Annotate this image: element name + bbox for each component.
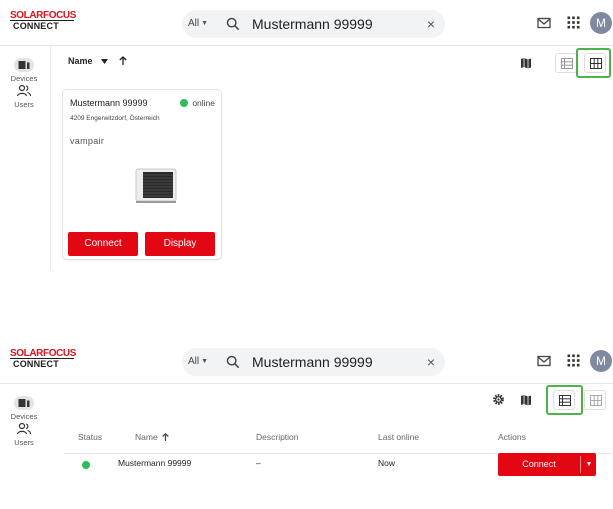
sort-ascending-icon[interactable] — [118, 56, 127, 65]
device-address: 4209 Engerwitzdorf, Österreich — [70, 115, 160, 122]
solarfocus-logo[interactable]: SOLARFOCUS CONNECT — [10, 10, 78, 34]
mail-icon[interactable] — [537, 354, 551, 368]
column-header-status[interactable]: Status — [78, 432, 102, 442]
card-view-toggle[interactable] — [584, 390, 606, 410]
search-input[interactable]: Mustermann 99999 — [252, 10, 373, 38]
close-icon[interactable]: × — [423, 16, 439, 32]
chevron-down-icon: ▼ — [201, 358, 209, 365]
product-name: vampair — [70, 136, 105, 146]
search-input[interactable]: Mustermann 99999 — [252, 348, 373, 376]
mail-icon[interactable] — [537, 16, 551, 30]
column-header-actions: Actions — [498, 432, 526, 442]
last-online-cell: Now — [378, 458, 396, 468]
search-scope-label: All — [188, 18, 200, 29]
device-name-cell[interactable]: Mustermann 99999 — [118, 458, 191, 468]
avatar[interactable]: M — [590, 350, 612, 372]
close-icon[interactable]: × — [423, 354, 439, 370]
users-icon — [14, 84, 34, 98]
sort-field-label: Name — [68, 56, 93, 66]
sidebar-item-users[interactable]: Users — [0, 422, 48, 447]
chevron-down-icon[interactable]: ▼ — [582, 453, 596, 476]
search-scope-label: All — [188, 356, 200, 367]
connect-button[interactable]: Connect — [498, 453, 580, 476]
gear-icon[interactable] — [492, 393, 505, 406]
heat-pump-image — [135, 168, 177, 203]
status-badge: online — [180, 98, 215, 108]
sort-by-name-control[interactable]: Name — [68, 56, 127, 66]
sort-ascending-icon — [161, 432, 169, 441]
map-icon[interactable] — [520, 394, 532, 406]
avatar[interactable]: M — [590, 12, 612, 34]
top-bar: SOLARFOCUS CONNECT All ▼ Mustermann 99999… — [0, 0, 613, 46]
active-view-highlight — [546, 385, 583, 415]
devices-icon — [14, 396, 34, 410]
device-name: Mustermann 99999 — [70, 98, 148, 108]
search-scope-dropdown[interactable]: All ▼ — [188, 10, 208, 38]
status-text: online — [192, 98, 215, 108]
search-icon[interactable] — [226, 355, 240, 369]
grid-view-icon — [590, 395, 602, 406]
column-header-name-label: Name — [135, 432, 158, 442]
sidebar-item-label: Users — [14, 438, 34, 447]
sidebar-item-label: Devices — [10, 412, 38, 421]
column-header-last-online[interactable]: Last online — [378, 432, 419, 442]
search-bar: All ▼ Mustermann 99999 × — [182, 10, 445, 38]
split-button-divider — [580, 456, 581, 473]
card-view-screen: SOLARFOCUS CONNECT All ▼ Mustermann 99999… — [0, 0, 613, 270]
display-button[interactable]: Display — [145, 232, 215, 256]
chevron-down-icon: ▼ — [201, 20, 209, 27]
search-bar: All ▼ Mustermann 99999 × — [182, 348, 445, 376]
chevron-down-icon — [101, 59, 109, 64]
apps-grid-icon[interactable] — [567, 16, 580, 29]
online-status-dot — [82, 461, 90, 469]
search-icon[interactable] — [226, 17, 240, 31]
top-bar: SOLARFOCUS CONNECT All ▼ Mustermann 99999… — [0, 338, 613, 384]
connect-split-button: Connect ▼ — [498, 453, 596, 476]
solarfocus-logo[interactable]: SOLARFOCUS CONNECT — [10, 348, 78, 372]
sidebar-item-devices[interactable]: Devices — [0, 58, 48, 83]
column-header-name[interactable]: Name — [135, 432, 169, 442]
map-icon[interactable] — [520, 57, 532, 69]
online-status-dot — [180, 99, 189, 107]
connect-button[interactable]: Connect — [68, 232, 138, 256]
device-card[interactable]: Mustermann 99999 online 4209 Engerwitzdo… — [62, 89, 222, 260]
users-icon — [14, 422, 34, 436]
logo-text-connect: CONNECT — [10, 20, 74, 31]
sidebar-item-label: Users — [14, 100, 34, 109]
search-scope-dropdown[interactable]: All ▼ — [188, 348, 208, 376]
apps-grid-icon[interactable] — [567, 354, 580, 367]
sidebar-item-devices[interactable]: Devices — [0, 396, 48, 421]
active-view-highlight — [576, 48, 611, 78]
list-view-icon — [561, 58, 573, 69]
description-cell: – — [256, 458, 261, 468]
column-header-description[interactable]: Description — [256, 432, 299, 442]
sidebar-item-users[interactable]: Users — [0, 84, 48, 109]
devices-icon — [14, 58, 34, 72]
list-view-screen: SOLARFOCUS CONNECT All ▼ Mustermann 99999… — [0, 338, 613, 509]
sidebar-divider — [50, 46, 51, 270]
list-view-toggle[interactable] — [555, 53, 577, 73]
logo-text-connect: CONNECT — [10, 358, 74, 369]
sidebar-item-label: Devices — [10, 74, 38, 83]
